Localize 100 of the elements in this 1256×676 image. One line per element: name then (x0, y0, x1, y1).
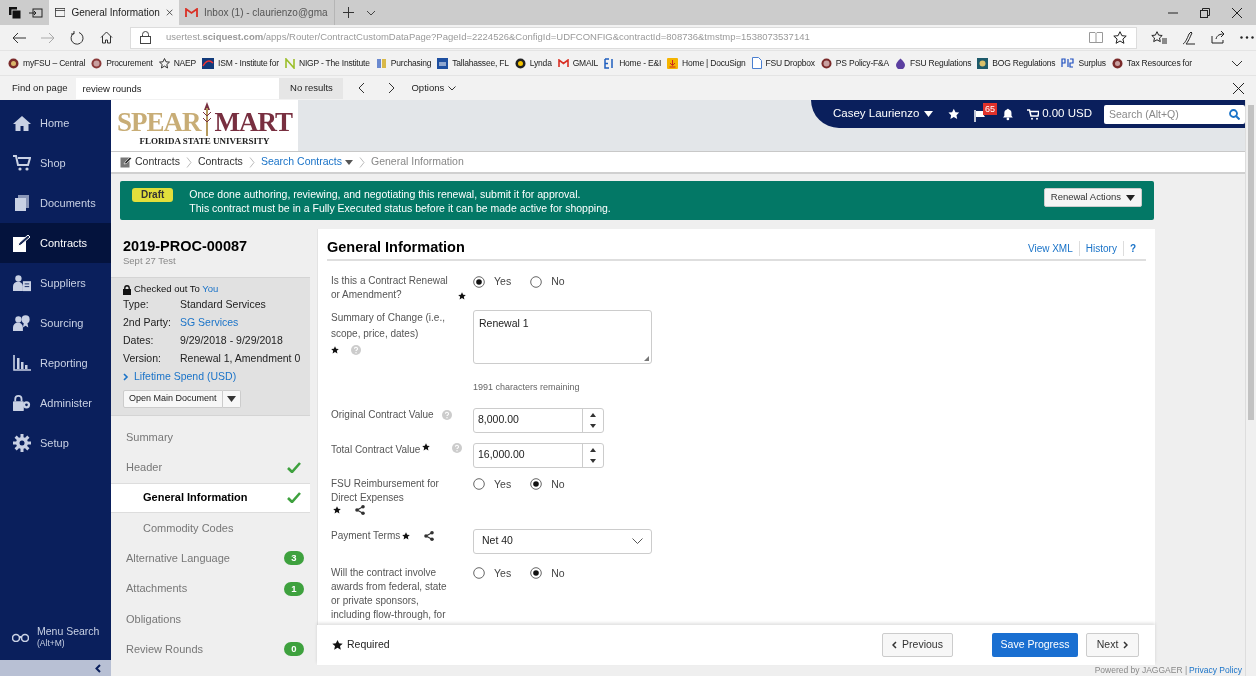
scrollbar[interactable] (1245, 100, 1256, 676)
radio-button[interactable] (530, 567, 543, 580)
select-field[interactable]: Net 40 (473, 528, 652, 554)
search-icon[interactable] (1229, 108, 1240, 120)
radio-button[interactable] (473, 567, 485, 580)
new-tab-icon[interactable] (342, 7, 354, 18)
cart-icon (1027, 108, 1040, 120)
nav-item[interactable]: Suppliers (0, 263, 111, 303)
number-field[interactable]: 16,000.00 (473, 442, 604, 468)
books-icon (375, 57, 387, 69)
radio-button[interactable] (530, 275, 543, 288)
next-button[interactable]: Next (1086, 633, 1139, 657)
reading-view-icon[interactable] (1089, 32, 1103, 43)
nav-item[interactable]: Setup (0, 423, 111, 463)
more-icon[interactable] (1240, 36, 1254, 39)
back-icon[interactable] (12, 31, 26, 44)
section-item[interactable]: Attachments 1 (111, 573, 310, 604)
minimize-icon[interactable] (1168, 11, 1178, 14)
section-item[interactable]: Header (111, 452, 310, 483)
nav-item[interactable]: Contracts (0, 223, 111, 263)
scrollbar-thumb[interactable] (1248, 105, 1254, 420)
cart-button[interactable]: 0.00 USD (1027, 105, 1092, 123)
favorite-star-icon[interactable] (1113, 31, 1127, 44)
favorite-link[interactable]: BOG Regulations (977, 56, 1056, 70)
bell-icon[interactable] (1003, 107, 1014, 121)
tab-stack-icon[interactable] (9, 6, 21, 19)
radio-button[interactable] (530, 478, 543, 491)
chevron-down-icon (448, 85, 457, 91)
radio-button[interactable] (473, 478, 485, 491)
renewal-actions-button[interactable]: Renewal Actions (1043, 188, 1142, 207)
favorite-link[interactable]: Home - E&I (604, 56, 662, 70)
search-field[interactable]: Search (Alt+Q) (1104, 104, 1245, 124)
section-item[interactable]: Commodity Codes (111, 512, 310, 544)
radio-button[interactable] (473, 275, 485, 288)
supplier-link[interactable]: SG Services (180, 315, 239, 331)
seal-icon (977, 57, 989, 69)
breadcrumb-link[interactable]: Contracts (135, 154, 180, 170)
save-button[interactable]: Save Progress (992, 633, 1078, 657)
detail-label: 2nd Party: (123, 315, 172, 331)
favorite-link[interactable]: Home | DocuSign (667, 56, 746, 70)
share-icon[interactable] (1211, 31, 1225, 44)
favorite-link[interactable]: Surplus (1061, 56, 1106, 70)
nav-item[interactable]: Reporting (0, 343, 111, 383)
favorite-link[interactable]: NIGP - The Institute (284, 56, 370, 70)
restore-icon[interactable] (1200, 7, 1210, 18)
tab-preview-icon[interactable] (29, 6, 43, 19)
section-item[interactable]: Obligations (111, 603, 310, 635)
nav-item[interactable]: Documents (0, 183, 111, 223)
previous-match-icon[interactable] (358, 82, 366, 94)
favorite-link[interactable]: Tax Resources for (1111, 56, 1192, 70)
favorite-link[interactable]: Tallahassee, FL (437, 56, 509, 70)
browser-tab[interactable]: General Information (49, 0, 179, 25)
section-item[interactable]: Review Rounds 0 (111, 634, 310, 665)
favorite-link[interactable]: PS Policy-F&A (820, 56, 889, 70)
privacy-link[interactable]: Privacy Policy (1189, 664, 1242, 676)
refresh-icon[interactable] (70, 30, 84, 45)
menu-search-label[interactable]: Menu Search (37, 625, 100, 638)
pen-icon[interactable] (1182, 30, 1196, 45)
favorite-link[interactable]: NAEP (158, 56, 196, 70)
favorite-link[interactable]: FSU Dropbox (751, 56, 815, 70)
section-item[interactable]: Summary (111, 422, 310, 453)
options-button[interactable]: Options (411, 80, 457, 96)
section-item[interactable]: Alternative Language 3 (111, 543, 310, 574)
binoculars-icon[interactable] (12, 632, 29, 642)
star-icon[interactable] (948, 108, 960, 120)
text-area[interactable]: Renewal 1 (473, 310, 652, 364)
nav-item[interactable]: Home (0, 103, 111, 143)
favorites-list-icon[interactable] (1151, 31, 1167, 44)
dropdown-button[interactable] (222, 390, 241, 408)
help-link[interactable]: ? (1123, 240, 1142, 256)
chevron-down-icon[interactable] (1231, 59, 1243, 67)
header-link[interactable]: History (1079, 240, 1124, 256)
open-document-button[interactable]: Open Main Document (123, 390, 223, 408)
caret-icon (924, 111, 934, 117)
lifetime-spend-link[interactable]: Lifetime Spend (USD) (123, 368, 310, 386)
nav-item[interactable]: Administer (0, 383, 111, 423)
section-item[interactable]: General Information (111, 482, 310, 513)
user-menu[interactable]: Casey Laurienzo (833, 105, 934, 123)
favorite-link[interactable]: Purchasing (375, 56, 432, 70)
breadcrumb-link[interactable]: Contracts (197, 154, 243, 170)
favorite-link[interactable]: GMAIL (557, 56, 599, 70)
chevron-down-icon[interactable] (365, 9, 376, 16)
header-link[interactable]: View XML (1021, 240, 1080, 256)
resize-handle-icon[interactable] (644, 356, 649, 361)
home-icon[interactable] (100, 31, 113, 44)
breadcrumb-link[interactable]: Search Contracts (260, 154, 353, 170)
number-field[interactable]: 8,000.00 (473, 407, 604, 433)
nav-item[interactable]: Sourcing (0, 303, 111, 343)
favorite-link[interactable]: Procurement (91, 56, 153, 70)
favorite-link[interactable]: Lynda (514, 56, 552, 70)
nav-item[interactable]: Shop (0, 143, 111, 183)
close-icon[interactable] (1233, 82, 1244, 94)
close-icon[interactable] (1232, 7, 1242, 18)
next-match-icon[interactable] (388, 82, 396, 94)
close-tab-icon[interactable] (165, 8, 173, 17)
favorite-link[interactable]: myFSU – Central (8, 56, 86, 70)
favorite-link[interactable]: ISM - Institute for (202, 56, 279, 70)
favorite-link[interactable]: FSU Regulations (895, 56, 972, 70)
previous-button[interactable]: Previous (882, 633, 953, 657)
find-field[interactable]: review rounds (76, 77, 280, 99)
